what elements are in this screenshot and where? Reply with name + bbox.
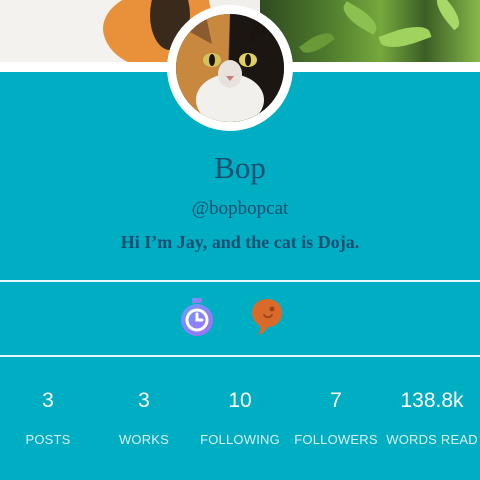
- profile-name: Bop: [214, 150, 266, 185]
- divider-bottom: [0, 355, 480, 357]
- stat-value: 7: [330, 389, 342, 412]
- stat-value: 10: [228, 389, 252, 412]
- stats-row: 3 POSTS 3 WORKS 10 FOLLOWING 7 FOLLOWERS…: [0, 386, 480, 447]
- profile-handle: @bopbopcat: [191, 198, 289, 219]
- avatar-image: [176, 14, 284, 122]
- stat-label: FOLLOWERS: [294, 432, 378, 447]
- badges-row: [178, 297, 286, 337]
- stat-works[interactable]: 3 WORKS: [96, 386, 192, 447]
- profile-bio: Hi I’m Jay, and the cat is Doja.: [120, 232, 360, 252]
- stat-label: FOLLOWING: [200, 432, 280, 447]
- stat-posts[interactable]: 3 POSTS: [0, 386, 96, 447]
- stat-words-read[interactable]: 138.8k WORDS READ: [384, 386, 480, 447]
- badge-stopwatch[interactable]: [178, 297, 216, 337]
- stat-label: WORDS READ: [386, 432, 478, 447]
- stat-following[interactable]: 10 FOLLOWING: [192, 386, 288, 447]
- stat-label: WORKS: [118, 432, 170, 447]
- stat-value: 3: [42, 389, 54, 412]
- stat-label: POSTS: [25, 432, 71, 447]
- divider-top: [0, 280, 480, 282]
- stat-followers[interactable]: 7 FOLLOWERS: [288, 386, 384, 447]
- stat-value: 138.8k: [400, 389, 464, 412]
- stopwatch-icon: [181, 298, 213, 336]
- speech-bubble-icon: [252, 299, 282, 335]
- stat-value: 3: [138, 389, 150, 412]
- badge-speech-bubble[interactable]: [248, 297, 286, 337]
- avatar[interactable]: [167, 5, 293, 131]
